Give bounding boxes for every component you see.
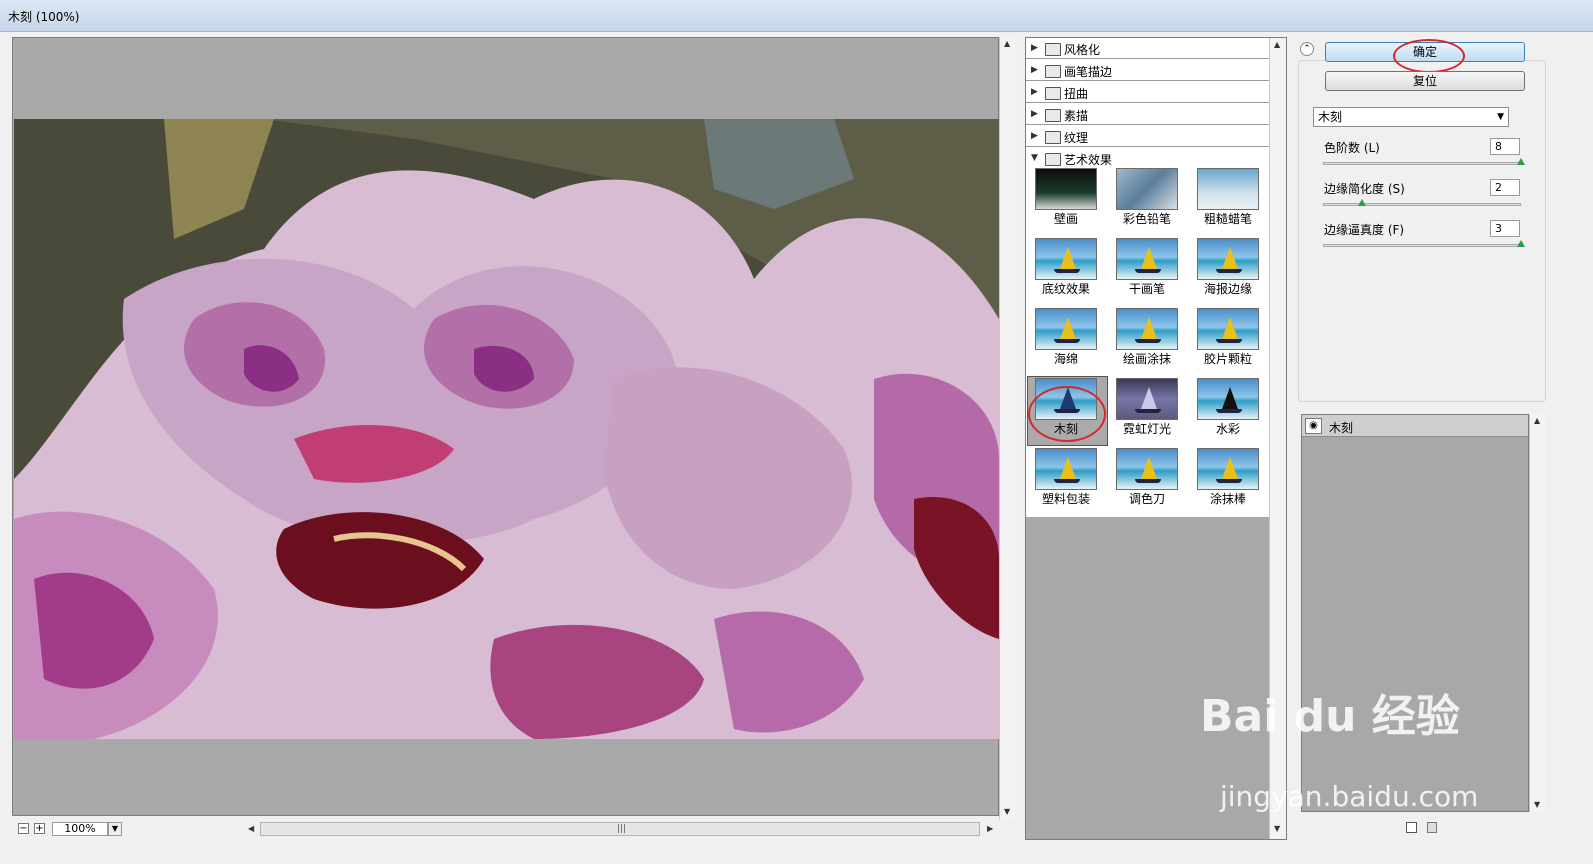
- preview-image: [14, 119, 999, 739]
- folder-icon: [1045, 131, 1061, 144]
- category-label: 画笔描边: [1064, 65, 1113, 79]
- expand-triangle-icon[interactable]: ▶: [1031, 109, 1038, 119]
- filter-category-stylize[interactable]: ▶ 风格化: [1026, 38, 1269, 59]
- filter-category-distort[interactable]: ▶ 扭曲: [1026, 82, 1269, 103]
- filter-thumb-palette-knife[interactable]: [1116, 448, 1178, 490]
- expand-triangle-icon[interactable]: ▶: [1031, 43, 1038, 53]
- expand-triangle-icon[interactable]: ▶: [1031, 131, 1038, 141]
- annotation-ring-filter: [1028, 386, 1106, 442]
- watermark-url: jingyan.baidu.com: [1220, 780, 1479, 813]
- watermark-brand: Bai du 经验: [1200, 691, 1460, 742]
- filter-thumb-paint-daubs[interactable]: [1116, 308, 1178, 350]
- filter-thumb-colored-pencil[interactable]: [1116, 168, 1178, 210]
- chevron-down-icon[interactable]: ▼: [1497, 108, 1504, 126]
- filter-label-plastic-wrap: 塑料包装: [1041, 492, 1090, 506]
- zoom-level-field[interactable]: 100%: [52, 822, 108, 836]
- folder-icon: [1045, 109, 1061, 122]
- category-label: 扭曲: [1064, 87, 1089, 101]
- folder-icon: [1045, 87, 1061, 100]
- zoom-in-button[interactable]: +: [34, 823, 45, 834]
- reset-button[interactable]: 复位: [1325, 71, 1525, 91]
- scroll-grip-icon: |||: [617, 824, 627, 834]
- param-input-edge-simplicity[interactable]: 2: [1490, 179, 1520, 196]
- filter-thumb-film-grain[interactable]: [1197, 308, 1259, 350]
- filter-category-sketch[interactable]: ▶ 素描: [1026, 104, 1269, 125]
- annotation-ring-ok: [1393, 39, 1465, 73]
- filter-thumb-sponge[interactable]: [1035, 308, 1097, 350]
- param-label-edge-fidelity: 边缘逼真度 (F): [1324, 223, 1405, 237]
- new-effect-layer-icon[interactable]: [1406, 822, 1417, 833]
- folder-icon: [1045, 43, 1061, 56]
- scroll-right-icon[interactable]: ▶: [987, 824, 993, 833]
- slider-track-edge-simplicity[interactable]: [1323, 203, 1521, 206]
- collapse-triangle-icon[interactable]: ▼: [1031, 153, 1038, 163]
- filter-thumb-smudge-stick[interactable]: [1197, 448, 1259, 490]
- slider-track-levels[interactable]: [1323, 162, 1521, 165]
- category-label: 素描: [1064, 109, 1089, 123]
- filter-label-film-grain: 胶片颗粒: [1203, 352, 1252, 366]
- filter-select-value: 木刻: [1318, 110, 1343, 124]
- category-label: 纹理: [1064, 131, 1089, 145]
- scroll-up-icon[interactable]: ▲: [1534, 416, 1540, 425]
- collapse-chevron-icon[interactable]: ⌃: [1300, 42, 1314, 56]
- filter-thumb-poster-edges[interactable]: [1197, 238, 1259, 280]
- slider-knob-edge-simplicity[interactable]: [1358, 199, 1366, 206]
- layers-scrollbar[interactable]: ▲ ▼: [1529, 414, 1546, 812]
- title-bar: [0, 0, 1593, 32]
- effect-layer-label: 木刻: [1329, 421, 1354, 435]
- preview-horizontal-scrollbar[interactable]: |||: [260, 822, 980, 836]
- param-input-edge-fidelity[interactable]: 3: [1490, 220, 1520, 237]
- expand-triangle-icon[interactable]: ▶: [1031, 87, 1038, 97]
- filter-label-neon-glow: 霓虹灯光: [1122, 422, 1171, 436]
- slider-track-edge-fidelity[interactable]: [1323, 244, 1521, 247]
- scroll-down-icon[interactable]: ▼: [1004, 807, 1010, 816]
- filter-select[interactable]: 木刻 ▼: [1313, 107, 1509, 127]
- param-label-levels: 色阶数 (L): [1324, 141, 1380, 155]
- filter-label-dry-brush: 干画笔: [1128, 282, 1165, 296]
- effect-layers-panel: [1301, 414, 1529, 812]
- filter-thumb-neon-glow[interactable]: [1116, 378, 1178, 420]
- scroll-up-icon[interactable]: ▲: [1004, 39, 1010, 48]
- preview-vertical-scrollbar[interactable]: ▲ ▼: [999, 37, 1015, 820]
- folder-icon: [1045, 65, 1061, 78]
- filter-thumb-underpainting[interactable]: [1035, 238, 1097, 280]
- zoom-out-button[interactable]: −: [18, 823, 29, 834]
- filter-thumb-dry-brush[interactable]: [1116, 238, 1178, 280]
- param-label-edge-simplicity: 边缘简化度 (S): [1324, 182, 1405, 196]
- filter-label-smudge-stick: 涂抹棒: [1209, 492, 1246, 506]
- filter-label-fresco: 壁画: [1053, 212, 1078, 226]
- folder-open-icon: [1045, 153, 1061, 166]
- scroll-up-icon[interactable]: ▲: [1274, 40, 1280, 49]
- filter-label-rough-pastels: 粗糙蜡笔: [1203, 212, 1252, 226]
- filter-thumb-plastic-wrap[interactable]: [1035, 448, 1097, 490]
- filter-category-brush-strokes[interactable]: ▶ 画笔描边: [1026, 60, 1269, 81]
- category-label: 艺术效果: [1064, 153, 1113, 167]
- filter-thumb-rough-pastels[interactable]: [1197, 168, 1259, 210]
- filter-category-artistic[interactable]: ▼ 艺术效果: [1026, 148, 1269, 169]
- window-title: 木刻 (100%): [8, 10, 80, 24]
- filter-label-colored-pencil: 彩色铅笔: [1122, 212, 1171, 226]
- filter-label-paint-daubs: 绘画涂抹: [1122, 352, 1171, 366]
- slider-knob-levels[interactable]: [1517, 158, 1525, 165]
- filter-category-texture[interactable]: ▶ 纹理: [1026, 126, 1269, 147]
- filter-label-palette-knife: 调色刀: [1128, 492, 1165, 506]
- expand-triangle-icon[interactable]: ▶: [1031, 65, 1038, 75]
- param-input-levels[interactable]: 8: [1490, 138, 1520, 155]
- delete-effect-layer-icon[interactable]: [1427, 822, 1437, 833]
- filter-label-watercolor: 水彩: [1215, 422, 1240, 436]
- category-label: 风格化: [1064, 43, 1101, 57]
- filter-label-sponge: 海绵: [1053, 352, 1078, 366]
- scroll-down-icon[interactable]: ▼: [1274, 824, 1280, 833]
- filter-thumb-fresco[interactable]: [1035, 168, 1097, 210]
- filter-label-underpainting: 底纹效果: [1041, 282, 1090, 296]
- slider-knob-edge-fidelity[interactable]: [1517, 240, 1525, 247]
- scroll-down-icon[interactable]: ▼: [1534, 800, 1540, 809]
- filter-thumb-watercolor[interactable]: [1197, 378, 1259, 420]
- eye-icon[interactable]: ◉: [1305, 418, 1322, 434]
- scroll-left-icon[interactable]: ◀: [248, 824, 254, 833]
- filter-label-poster-edges: 海报边缘: [1203, 282, 1252, 296]
- zoom-dropdown-icon[interactable]: ▼: [108, 822, 122, 836]
